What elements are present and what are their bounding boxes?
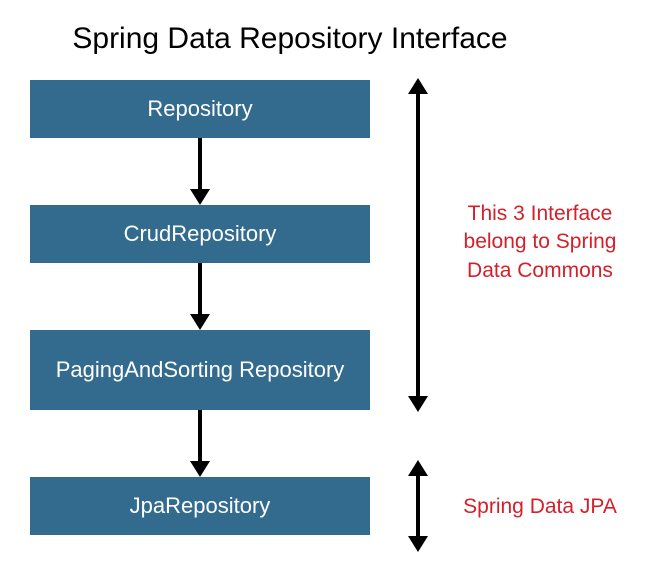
box-jpa-repository: JpaRepository [30, 477, 370, 535]
flow-arrow-icon [196, 263, 204, 330]
box-crud-repository: CrudRepository [30, 205, 370, 263]
page-title: Spring Data Repository Interface [0, 0, 520, 80]
box-label: Repository [147, 95, 252, 123]
box-label: JpaRepository [130, 492, 271, 520]
annotation-spring-data-commons: This 3 Interface belong to Spring Data C… [450, 200, 630, 285]
flow-arrow-icon [196, 410, 204, 477]
box-repository: Repository [30, 80, 370, 138]
box-paging-sorting-repository: PagingAndSorting Repository [30, 330, 370, 410]
range-arrow-icon [408, 460, 428, 552]
box-label: PagingAndSorting Repository [56, 356, 345, 384]
box-label: CrudRepository [124, 220, 277, 248]
flow-arrow-icon [196, 138, 204, 205]
range-arrow-icon [408, 78, 428, 412]
annotation-spring-data-jpa: Spring Data JPA [450, 493, 630, 521]
